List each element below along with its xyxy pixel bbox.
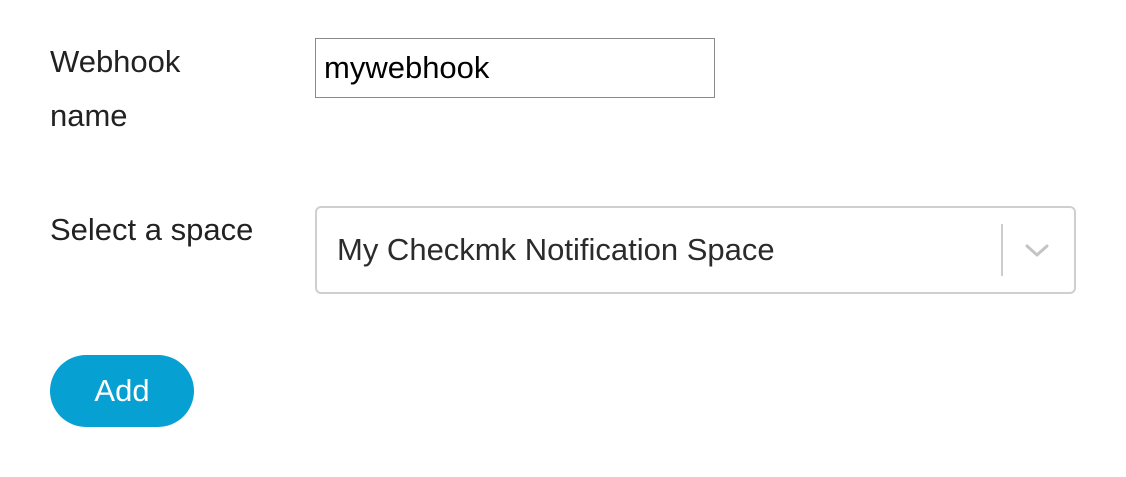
chevron-down-icon[interactable]: [1023, 238, 1051, 262]
space-select[interactable]: My Checkmk Notification Space: [315, 206, 1076, 294]
add-button[interactable]: Add: [50, 355, 194, 427]
webhook-form: Webhook name Select a space My Checkmk N…: [0, 0, 1126, 477]
space-label: Select a space: [50, 212, 254, 247]
space-select-value: My Checkmk Notification Space: [337, 232, 775, 267]
select-divider: [1001, 224, 1003, 276]
webhook-name-input[interactable]: [315, 38, 715, 98]
webhook-name-label: Webhook name: [50, 44, 181, 133]
